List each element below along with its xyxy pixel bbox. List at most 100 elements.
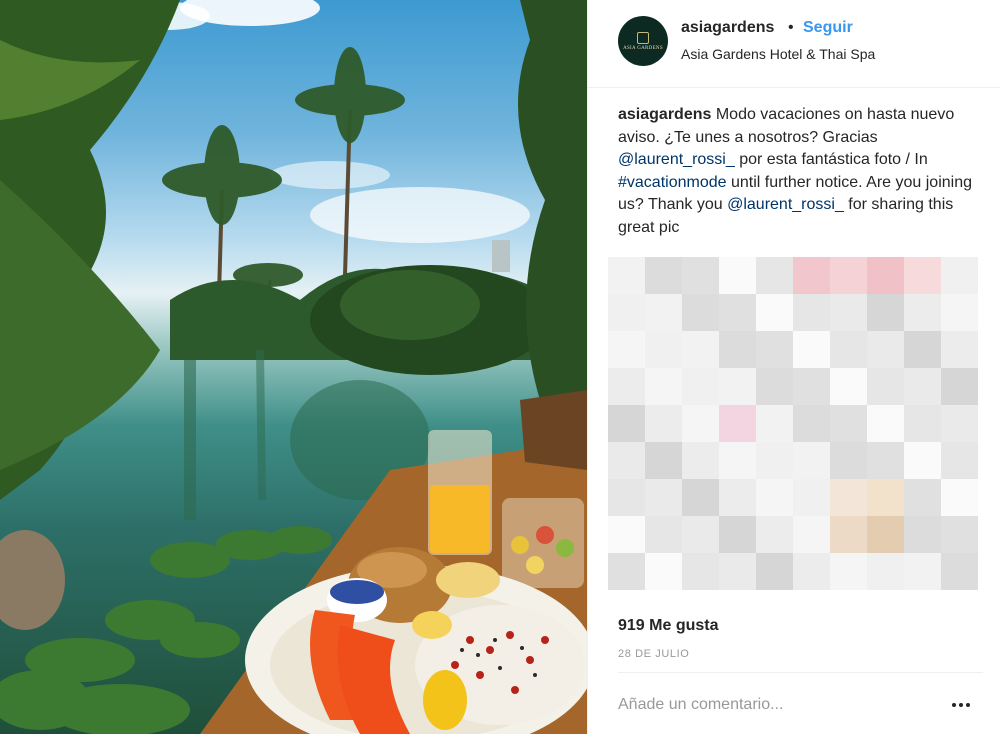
pixel-block (867, 257, 904, 294)
pixel-block (793, 405, 830, 442)
pixel-block (904, 257, 941, 294)
pixel-block (867, 294, 904, 331)
pixel-block (645, 368, 682, 405)
pixel-block (756, 368, 793, 405)
pixel-block (682, 294, 719, 331)
pixel-block (830, 516, 867, 553)
pixel-block (904, 405, 941, 442)
ellipsis-icon[interactable] (946, 694, 976, 716)
pixel-block (682, 516, 719, 553)
pixel-block (867, 516, 904, 553)
pixel-block (830, 331, 867, 368)
pixel-block (756, 294, 793, 331)
pixel-block (793, 553, 830, 590)
pixel-block (756, 479, 793, 516)
pixel-block (682, 405, 719, 442)
pixel-block (682, 257, 719, 294)
pixel-block (719, 257, 756, 294)
pixel-block (941, 479, 978, 516)
divider (618, 672, 983, 673)
pixel-block (941, 516, 978, 553)
pixel-block (608, 553, 645, 590)
pixel-block (793, 257, 830, 294)
pixel-block (608, 405, 645, 442)
pixel-block (719, 405, 756, 442)
pixel-block (867, 553, 904, 590)
pixel-block (756, 442, 793, 479)
pixel-block (793, 516, 830, 553)
ellipsis-dot (952, 703, 956, 707)
pixel-block (608, 516, 645, 553)
pixel-block (645, 331, 682, 368)
like-count[interactable]: 919 Me gusta (618, 617, 718, 635)
pixel-block (867, 405, 904, 442)
pixel-block (608, 294, 645, 331)
pixel-block (793, 442, 830, 479)
mention-link[interactable]: @laurent_rossi_ (618, 151, 735, 168)
pixel-block (830, 294, 867, 331)
hashtag-link[interactable]: #vacationmode (618, 174, 727, 191)
pixel-block (830, 442, 867, 479)
pixel-block (756, 516, 793, 553)
pixel-block (682, 368, 719, 405)
location-link[interactable]: Asia Gardens Hotel & Thai Spa (681, 46, 875, 62)
pixel-block (941, 553, 978, 590)
pixel-block (682, 479, 719, 516)
pixel-block (719, 331, 756, 368)
pixelated-comments (608, 257, 1000, 601)
pixel-block (867, 442, 904, 479)
pixel-block (756, 257, 793, 294)
pixel-block (867, 331, 904, 368)
follow-button[interactable]: Seguir (803, 19, 853, 37)
pixel-block (608, 442, 645, 479)
pixel-block (682, 442, 719, 479)
pixel-block (793, 331, 830, 368)
pixel-block (645, 442, 682, 479)
pixel-block (793, 294, 830, 331)
post-header: ASIA GARDENS asiagardens • Seguir Asia G… (588, 0, 1000, 88)
photo-illustration (0, 0, 587, 734)
pixel-block (719, 368, 756, 405)
logo-icon (637, 31, 649, 44)
pixel-block (904, 368, 941, 405)
pixel-block (867, 368, 904, 405)
pixel-block (830, 553, 867, 590)
pixel-block (608, 257, 645, 294)
pixel-block (756, 405, 793, 442)
pixel-block (719, 442, 756, 479)
pixel-block (719, 479, 756, 516)
post-date: 28 DE JULIO (618, 648, 690, 660)
pixel-block (904, 331, 941, 368)
pixel-block (719, 553, 756, 590)
pixel-block (645, 257, 682, 294)
pixel-block (608, 331, 645, 368)
pixel-block (830, 257, 867, 294)
pixel-block (941, 442, 978, 479)
post-photo[interactable] (0, 0, 587, 734)
pixel-block (904, 442, 941, 479)
pixel-block (904, 553, 941, 590)
avatar[interactable]: ASIA GARDENS (618, 16, 668, 66)
pixel-block (756, 331, 793, 368)
pixel-block (645, 294, 682, 331)
comment-input[interactable] (618, 694, 928, 716)
pixel-block (608, 479, 645, 516)
pixel-block (867, 479, 904, 516)
avatar-logo-text: ASIA GARDENS (623, 45, 663, 51)
pixel-block (719, 294, 756, 331)
pixel-block (645, 553, 682, 590)
caption-username[interactable]: asiagardens (618, 106, 711, 123)
pixel-block (793, 479, 830, 516)
pixel-block (830, 368, 867, 405)
author-username[interactable]: asiagardens (681, 19, 774, 37)
pixel-block (608, 368, 645, 405)
pixel-block (904, 479, 941, 516)
mention-link[interactable]: @laurent_rossi_ (727, 196, 844, 213)
pixel-block (645, 516, 682, 553)
pixel-block (830, 405, 867, 442)
pixel-block (645, 479, 682, 516)
pixel-block (941, 405, 978, 442)
pixel-block (719, 516, 756, 553)
instagram-post: ASIA GARDENS asiagardens • Seguir Asia G… (0, 0, 1000, 734)
pixel-block (756, 553, 793, 590)
